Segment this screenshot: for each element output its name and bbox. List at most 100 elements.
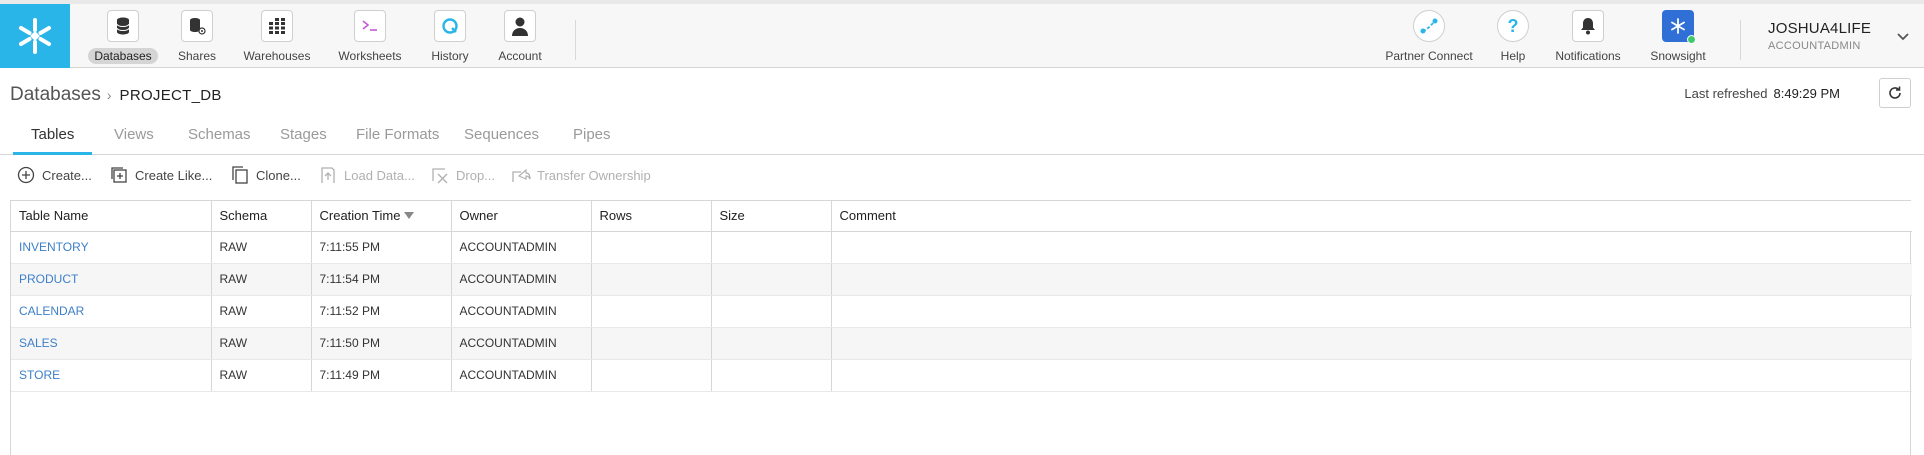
- tab-sequences[interactable]: Sequences: [464, 126, 539, 155]
- transfer-ownership-button[interactable]: Transfer Ownership: [511, 165, 651, 185]
- clone-button[interactable]: Clone...: [230, 165, 301, 185]
- user-role: ACCOUNTADMIN: [1768, 40, 1861, 52]
- column-header-creation-time[interactable]: Creation Time: [311, 201, 452, 232]
- tables-table: Table Name Schema Creation Time Owner Ro…: [11, 201, 1912, 392]
- nav-label: Worksheets: [338, 49, 402, 63]
- tab-tables[interactable]: Tables: [13, 126, 93, 155]
- rows-cell: [591, 327, 712, 360]
- column-header-label: Table Name: [19, 208, 89, 224]
- nav-partner-connect[interactable]: Partner Connect: [1384, 10, 1474, 66]
- table-row[interactable]: SALES RAW 7:11:50 PM ACCOUNTADMIN: [11, 327, 1912, 360]
- column-header-size[interactable]: Size: [711, 201, 832, 232]
- nav-account[interactable]: Account: [480, 10, 560, 66]
- column-header-label: Comment: [839, 208, 896, 224]
- table-name-link[interactable]: CALENDAR: [11, 295, 212, 328]
- column-header-owner[interactable]: Owner: [451, 201, 592, 232]
- transfer-ownership-icon: [511, 165, 531, 185]
- chevron-down-icon[interactable]: [1896, 30, 1910, 44]
- nav-label: Help: [1500, 49, 1526, 63]
- nav-notifications[interactable]: Notifications: [1548, 10, 1628, 66]
- user-menu[interactable]: JOSHUA4LIFE ACCOUNTADMIN: [1768, 20, 1871, 52]
- refresh-icon: [1889, 86, 1901, 99]
- transfer-ownership-label: Transfer Ownership: [537, 167, 651, 183]
- column-header-table-name[interactable]: Table Name: [11, 201, 212, 232]
- nav-divider: [1740, 20, 1741, 60]
- nav-label: Snowsight: [1650, 49, 1706, 63]
- size-cell: [711, 231, 832, 264]
- rows-cell: [591, 263, 712, 296]
- terminal-icon: [354, 10, 386, 42]
- nav-label: History: [431, 49, 469, 63]
- table-row[interactable]: INVENTORY RAW 7:11:55 PM ACCOUNTADMIN: [11, 231, 1912, 264]
- table-row[interactable]: CALENDAR RAW 7:11:52 PM ACCOUNTADMIN: [11, 295, 1912, 328]
- history-icon: [434, 10, 466, 42]
- nav-snowsight[interactable]: Snowsight: [1638, 10, 1718, 66]
- table-row[interactable]: STORE RAW 7:11:49 PM ACCOUNTADMIN: [11, 359, 1912, 392]
- drop-label: Drop...: [456, 167, 496, 183]
- tab-pipes[interactable]: Pipes: [573, 126, 611, 155]
- table-row[interactable]: PRODUCT RAW 7:11:54 PM ACCOUNTADMIN: [11, 263, 1912, 296]
- nav-history[interactable]: History: [410, 10, 490, 66]
- account-icon: [504, 10, 536, 42]
- breadcrumb-separator-icon: ›: [106, 87, 112, 103]
- nav-warehouses[interactable]: Warehouses: [237, 10, 317, 66]
- column-header-label: Creation Time: [319, 208, 401, 224]
- create-button[interactable]: Create...: [16, 165, 92, 185]
- nav-shares[interactable]: Shares: [157, 10, 237, 66]
- creation-time-cell: 7:11:49 PM: [311, 359, 452, 392]
- size-cell: [711, 263, 832, 296]
- comment-cell: [831, 359, 1912, 392]
- nav-label: Partner Connect: [1385, 49, 1473, 63]
- snowsight-icon: [1662, 10, 1696, 44]
- table-header-row: Table Name Schema Creation Time Owner Ro…: [11, 201, 1912, 232]
- snowflake-logo-icon: [19, 18, 51, 54]
- object-tabs: Tables Views Schemas Stages File Formats…: [0, 120, 1924, 155]
- schema-cell: RAW: [211, 359, 312, 392]
- snowflake-logo[interactable]: [0, 4, 70, 68]
- column-header-label: Rows: [599, 208, 633, 224]
- create-like-button[interactable]: Create Like...: [109, 165, 212, 185]
- column-header-label: Owner: [459, 208, 498, 224]
- nav-label: Shares: [177, 49, 217, 63]
- column-header-label: Schema: [219, 208, 268, 224]
- refresh-button[interactable]: [1879, 78, 1911, 108]
- comment-cell: [831, 231, 1912, 264]
- nav-label: Databases: [88, 48, 158, 64]
- nav-databases[interactable]: Databases: [83, 10, 163, 66]
- bell-icon: [1572, 10, 1604, 42]
- table-name-link[interactable]: STORE: [11, 359, 212, 392]
- schema-cell: RAW: [211, 231, 312, 264]
- tab-schemas[interactable]: Schemas: [188, 126, 251, 155]
- table-name-link[interactable]: SALES: [11, 327, 212, 360]
- tab-file-formats[interactable]: File Formats: [356, 126, 439, 155]
- last-refreshed: Last refreshed 8:49:29 PM: [1684, 86, 1840, 101]
- load-data-label: Load Data...: [344, 167, 415, 183]
- comment-cell: [831, 263, 1912, 296]
- drop-button[interactable]: Drop...: [430, 165, 495, 185]
- creation-time-cell: 7:11:55 PM: [311, 231, 452, 264]
- column-header-comment[interactable]: Comment: [831, 201, 1912, 232]
- load-data-button[interactable]: Load Data...: [318, 165, 415, 185]
- owner-cell: ACCOUNTADMIN: [451, 231, 592, 264]
- size-cell: [711, 359, 832, 392]
- breadcrumb-databases[interactable]: Databases: [10, 84, 101, 106]
- help-icon: ?: [1497, 10, 1529, 42]
- tab-views[interactable]: Views: [114, 126, 154, 155]
- table-name-link[interactable]: PRODUCT: [11, 263, 212, 296]
- column-header-label: Size: [719, 208, 745, 224]
- plus-circle-icon: [16, 165, 36, 185]
- rows-cell: [591, 295, 712, 328]
- comment-cell: [831, 327, 1912, 360]
- tab-stages[interactable]: Stages: [280, 126, 327, 155]
- column-header-rows[interactable]: Rows: [591, 201, 712, 232]
- warehouse-icon: [261, 10, 293, 42]
- nav-label: Warehouses: [243, 49, 311, 63]
- nav-worksheets[interactable]: Worksheets: [330, 10, 410, 66]
- clone-icon: [230, 165, 250, 185]
- nav-help[interactable]: ? Help: [1473, 10, 1553, 66]
- column-header-schema[interactable]: Schema: [211, 201, 312, 232]
- load-data-icon: [318, 165, 338, 185]
- table-name-link[interactable]: INVENTORY: [11, 231, 212, 264]
- svg-text:?: ?: [1508, 16, 1519, 36]
- creation-time-cell: 7:11:50 PM: [311, 327, 452, 360]
